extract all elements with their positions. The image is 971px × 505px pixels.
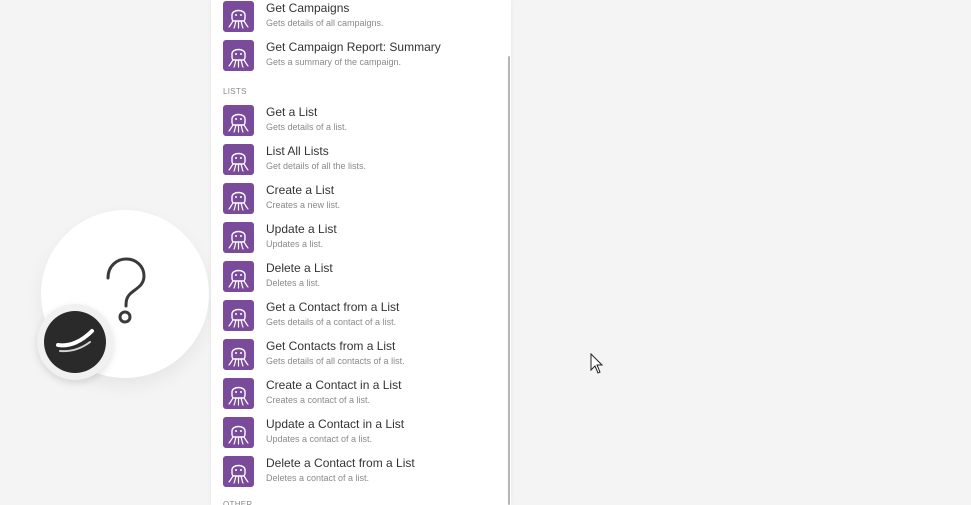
octopus-app-icon — [223, 1, 254, 32]
list-item[interactable]: Get a List Gets details of a list. — [211, 105, 507, 143]
list-item[interactable]: Delete a Contact from a List Deletes a co… — [211, 456, 507, 494]
section-label-lists: LISTS — [223, 87, 247, 96]
item-description: Deletes a contact of a list. — [266, 473, 370, 483]
list-item[interactable]: List All Lists Get details of all the lis… — [211, 144, 507, 182]
octopus-app-icon — [223, 456, 254, 487]
octopus-app-icon — [223, 40, 254, 71]
item-description: Gets details of a contact of a list. — [266, 317, 397, 327]
item-title: Create a List — [266, 183, 335, 197]
item-title: List All Lists — [266, 144, 329, 158]
section-label-other: OTHER — [223, 500, 253, 505]
item-description: Updates a contact of a list. — [266, 434, 373, 444]
octopus-app-icon — [223, 183, 254, 214]
item-description: Deletes a list. — [266, 278, 321, 288]
octopus-app-icon — [223, 300, 254, 331]
item-description: Creates a contact of a list. — [266, 395, 371, 405]
octopus-app-icon — [223, 378, 254, 409]
list-item[interactable]: Get Contacts from a List Gets details of … — [211, 339, 507, 377]
list-item[interactable]: Get a Contact from a List Gets details of… — [211, 300, 507, 338]
item-title: Update a Contact in a List — [266, 417, 405, 431]
list-item[interactable]: Update a List Updates a list. — [211, 222, 507, 260]
octopus-app-icon — [223, 417, 254, 448]
item-title: Get a Contact from a List — [266, 300, 400, 314]
list-item[interactable]: Update a Contact in a List Updates a cont… — [211, 417, 507, 455]
module-list-panel[interactable]: Get Campaigns Gets details of all campaig… — [211, 0, 511, 505]
item-title: Get Contacts from a List — [266, 339, 396, 353]
item-title: Delete a List — [266, 261, 333, 275]
item-title: Create a Contact in a List — [266, 378, 402, 392]
list-item[interactable]: Create a List Creates a new list. — [211, 183, 507, 221]
item-title: Update a List — [266, 222, 337, 236]
list-item[interactable]: Create a Contact in a List Creates a cont… — [211, 378, 507, 416]
octopus-app-icon — [223, 144, 254, 175]
octopus-app-icon — [223, 339, 254, 370]
octopus-app-icon — [223, 222, 254, 253]
app-logo-icon[interactable] — [44, 311, 106, 373]
item-description: Get details of all the lists. — [266, 161, 367, 171]
item-description: Gets a summary of the campaign. — [266, 57, 402, 67]
octopus-app-icon — [223, 261, 254, 292]
item-title: Delete a Contact from a List — [266, 456, 415, 470]
list-item[interactable]: Get Campaigns Gets details of all campaig… — [211, 1, 507, 39]
list-item[interactable]: Delete a List Deletes a list. — [211, 261, 507, 299]
octopus-app-icon — [223, 105, 254, 136]
list-item[interactable]: Get Campaign Report: Summary Gets a summa… — [211, 40, 507, 78]
item-title: Get Campaign Report: Summary — [266, 40, 441, 54]
item-description: Gets details of all campaigns. — [266, 18, 384, 28]
item-description: Gets details of a list. — [266, 122, 348, 132]
item-description: Creates a new list. — [266, 200, 341, 210]
item-title: Get a List — [266, 105, 318, 119]
scrollbar[interactable] — [508, 56, 510, 505]
mouse-pointer-icon — [590, 353, 604, 374]
item-description: Updates a list. — [266, 239, 324, 249]
item-description: Gets details of all contacts of a list. — [266, 356, 405, 366]
question-mark-icon — [106, 257, 146, 324]
item-title: Get Campaigns — [266, 1, 350, 15]
